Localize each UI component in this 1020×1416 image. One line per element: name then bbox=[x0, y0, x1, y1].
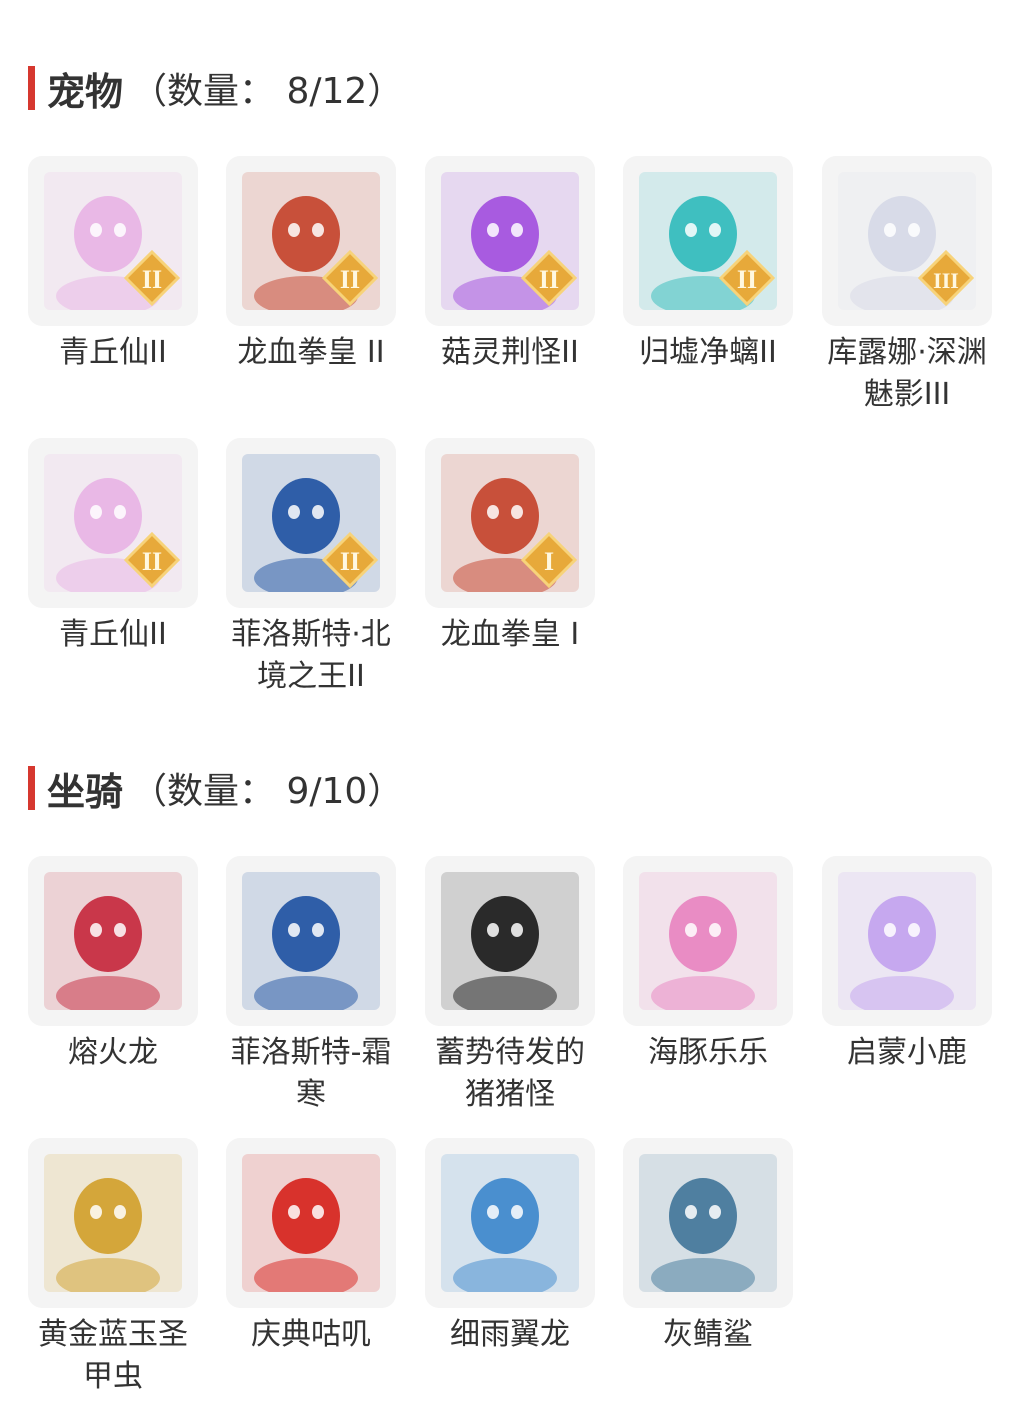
item-name: 青丘仙II bbox=[59, 617, 167, 652]
golden-scarab-portrait[interactable] bbox=[28, 1138, 198, 1308]
frost-king-portrait[interactable]: II bbox=[226, 438, 396, 608]
svg-text:II: II bbox=[340, 547, 360, 576]
dolphin-portrait[interactable] bbox=[623, 856, 793, 1026]
section-title-pets: 宠物 （数量： 8/12） bbox=[28, 66, 403, 114]
item-name: 熔火龙 bbox=[68, 1035, 158, 1070]
frost-king-portrait[interactable] bbox=[226, 856, 396, 1026]
item-name: 库露娜·深渊魅影III bbox=[827, 335, 987, 412]
svg-text:II: II bbox=[737, 265, 757, 294]
abyss-phantom-portrait[interactable]: III bbox=[822, 156, 992, 326]
mushroom-sprite-portrait[interactable]: II bbox=[425, 156, 595, 326]
svg-text:II: II bbox=[340, 265, 360, 294]
svg-text:II: II bbox=[539, 265, 559, 294]
item-name: 黄金蓝玉圣甲虫 bbox=[38, 1317, 188, 1394]
section-count: （数量： 9/10） bbox=[131, 771, 404, 812]
item-name: 归墟净螭II bbox=[639, 335, 777, 370]
spirit-deer-portrait[interactable] bbox=[822, 856, 992, 1026]
item-name: 菇灵荆怪II bbox=[441, 335, 579, 370]
section-name: 坐骑 bbox=[47, 769, 124, 814]
fox-fairy-portrait[interactable]: II bbox=[28, 156, 198, 326]
ram-demon-portrait[interactable]: I bbox=[425, 438, 595, 608]
svg-text:I: I bbox=[544, 547, 554, 576]
shark-portrait[interactable] bbox=[623, 1138, 793, 1308]
section-title-mounts: 坐骑 （数量： 9/10） bbox=[28, 766, 403, 814]
pig-monster-portrait[interactable] bbox=[425, 856, 595, 1026]
item-name: 菲洛斯特·北境之王II bbox=[231, 617, 391, 694]
magma-dragon-portrait[interactable] bbox=[28, 856, 198, 1026]
section-accent-bar bbox=[28, 66, 35, 110]
item-name: 菲洛斯特-霜寒 bbox=[230, 1035, 392, 1112]
item-name: 海豚乐乐 bbox=[648, 1035, 768, 1070]
item-name: 细雨翼龙 bbox=[450, 1317, 570, 1352]
section-accent-bar bbox=[28, 766, 35, 810]
item-name: 蓄势待发的猪猪怪 bbox=[435, 1035, 585, 1112]
svg-text:II: II bbox=[142, 265, 162, 294]
item-name: 青丘仙II bbox=[59, 335, 167, 370]
festival-bird-portrait[interactable] bbox=[226, 1138, 396, 1308]
pterosaur-portrait[interactable] bbox=[425, 1138, 595, 1308]
item-name: 庆典咕叽 bbox=[251, 1317, 371, 1352]
section-count: （数量： 8/12） bbox=[131, 71, 404, 112]
ram-demon-portrait[interactable]: II bbox=[226, 156, 396, 326]
item-name: 龙血拳皇 I bbox=[440, 617, 580, 652]
svg-text:II: II bbox=[142, 547, 162, 576]
fox-fairy-portrait[interactable]: II bbox=[28, 438, 198, 608]
item-name: 灰鲭鲨 bbox=[663, 1317, 753, 1352]
section-name: 宠物 bbox=[47, 69, 124, 114]
svg-text:III: III bbox=[933, 268, 959, 293]
item-name: 启蒙小鹿 bbox=[847, 1035, 967, 1070]
jade-dragon-portrait[interactable]: II bbox=[623, 156, 793, 326]
item-name: 龙血拳皇 II bbox=[237, 335, 385, 370]
